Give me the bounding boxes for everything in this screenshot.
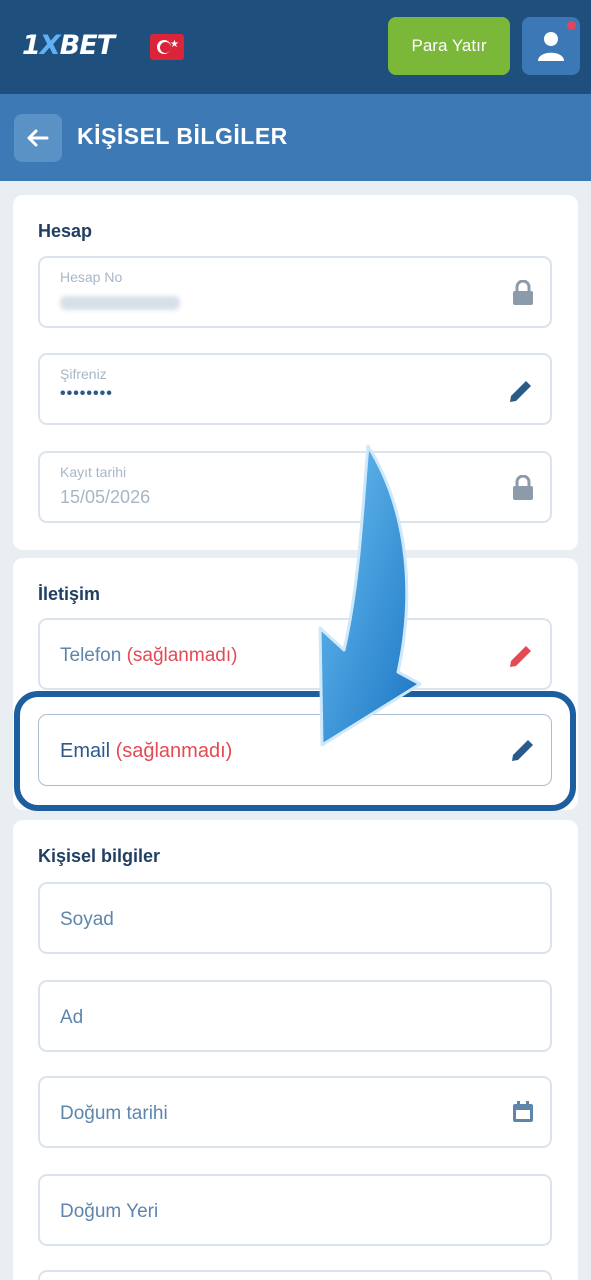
back-arrow-icon bbox=[27, 129, 49, 147]
password-label: Şifreniz bbox=[60, 366, 107, 382]
phone-label: Telefon (sağlanmadı) bbox=[60, 645, 238, 666]
calendar-icon[interactable] bbox=[511, 1100, 535, 1124]
password-value: •••••••• bbox=[60, 385, 113, 402]
surname-field[interactable]: Soyad bbox=[38, 882, 552, 954]
birth-date-field[interactable]: Doğum tarihi bbox=[38, 1076, 552, 1148]
brand-logo[interactable]: 1XBET bbox=[22, 30, 115, 61]
registration-date-label: Kayıt tarihi bbox=[60, 464, 127, 480]
next-field[interactable] bbox=[38, 1270, 552, 1280]
user-icon bbox=[538, 32, 564, 61]
account-number-label: Hesap No bbox=[60, 269, 123, 285]
pencil-icon[interactable] bbox=[507, 377, 535, 405]
pointer-arrow-icon bbox=[318, 444, 422, 747]
phone-field[interactable]: Telefon (sağlanmadı) bbox=[38, 618, 552, 690]
contact-section-title: İletişim bbox=[38, 584, 101, 604]
lock-icon bbox=[513, 280, 533, 305]
birth-place-field[interactable]: Doğum Yeri bbox=[38, 1174, 552, 1246]
email-label: Email (sağlanmadı) bbox=[60, 740, 233, 762]
lock-icon bbox=[513, 475, 533, 500]
top-bar: 1XBET ★ Para Yatır bbox=[0, 0, 591, 94]
title-bar: KİŞİSEL BİLGİLER bbox=[0, 94, 591, 181]
notification-dot bbox=[567, 21, 576, 30]
pencil-icon[interactable] bbox=[509, 736, 537, 764]
name-field[interactable]: Ad bbox=[38, 980, 552, 1052]
personal-card: Kişisel bilgiler Soyad Ad Doğum tarihi D… bbox=[13, 820, 578, 1280]
registration-date-value: 15/05/2026 bbox=[60, 487, 151, 507]
name-placeholder: Ad bbox=[60, 1007, 84, 1028]
turkey-flag-icon[interactable]: ★ bbox=[150, 34, 184, 60]
birth-date-placeholder: Doğum tarihi bbox=[60, 1103, 168, 1124]
account-number-field: Hesap No bbox=[38, 256, 552, 328]
birth-place-placeholder: Doğum Yeri bbox=[60, 1201, 159, 1222]
account-number-value bbox=[60, 296, 180, 310]
page-title: KİŞİSEL BİLGİLER bbox=[77, 123, 288, 149]
profile-button[interactable] bbox=[522, 17, 580, 75]
account-section-title: Hesap bbox=[38, 221, 93, 241]
deposit-button[interactable]: Para Yatır bbox=[388, 17, 510, 75]
registration-date-field: Kayıt tarihi 15/05/2026 bbox=[38, 451, 552, 523]
pencil-icon[interactable] bbox=[507, 642, 535, 670]
surname-placeholder: Soyad bbox=[60, 909, 114, 930]
back-button[interactable] bbox=[14, 114, 62, 162]
password-field[interactable]: Şifreniz •••••••• bbox=[38, 353, 552, 425]
personal-section-title: Kişisel bilgiler bbox=[38, 846, 161, 866]
account-card: Hesap Hesap No Şifreniz •••••••• Kayıt t… bbox=[13, 195, 578, 550]
email-field[interactable]: Email (sağlanmadı) bbox=[38, 714, 552, 786]
